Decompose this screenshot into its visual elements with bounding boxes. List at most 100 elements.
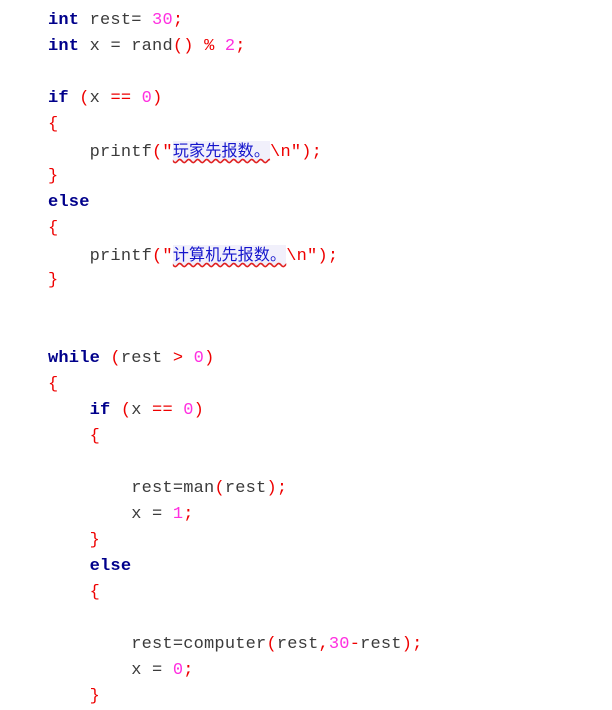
code-token-ident: x	[131, 661, 142, 680]
code-token-cjk: 玩家先报数。	[172, 141, 271, 161]
code-token-punct: (	[110, 349, 121, 368]
code-token-punct: >	[172, 349, 184, 368]
code-line: int rest= 30;	[48, 8, 612, 34]
code-line: else	[48, 190, 612, 216]
code-line: if (x == 0)	[48, 398, 612, 424]
code-token-ident: rest=computer	[131, 635, 267, 654]
code-token-number: 0	[183, 401, 194, 420]
code-token-ident: x	[131, 401, 142, 420]
code-token-punct: ;	[183, 661, 194, 680]
code-token-keyword: if	[89, 401, 111, 420]
code-token-punct: ()	[172, 37, 194, 56]
code-token-esc: \n")	[270, 143, 312, 162]
code-line: printf("计算机先报数。\n");	[48, 242, 612, 268]
code-token-punct: );	[401, 635, 423, 654]
code-token-ident: rand	[131, 37, 173, 56]
code-token-ident: =	[152, 505, 163, 524]
code-line: rest=man(rest);	[48, 476, 612, 502]
code-token-punct: ==	[152, 401, 173, 420]
code-token-punct: }	[89, 687, 101, 706]
code-token-ident: rest	[360, 635, 402, 654]
code-token-punct: (	[214, 479, 225, 498]
code-token-ident: rest=man	[131, 479, 215, 498]
code-token-punct: ;	[183, 505, 194, 524]
code-line: else	[48, 554, 612, 580]
code-line: printf("玩家先报数。\n");	[48, 138, 612, 164]
code-token-punct: %	[204, 37, 215, 56]
code-body[interactable]: int rest= 30; int x = rand() % 2; if (x =…	[0, 0, 612, 710]
code-token-ident: x	[89, 37, 101, 56]
code-token-ident: x	[131, 505, 142, 524]
code-listing[interactable]: int rest= 30; int x = rand() % 2; if (x =…	[0, 0, 612, 706]
code-token-punct: (	[79, 89, 90, 108]
code-token-punct: {	[48, 219, 59, 238]
code-token-number: 2	[224, 37, 236, 56]
code-token-punct: ("	[152, 247, 173, 266]
code-token-ident: rest=	[89, 11, 142, 30]
code-token-ident: =	[152, 661, 163, 680]
code-token-punct: (	[120, 401, 132, 420]
code-token-punct: );	[266, 479, 288, 498]
code-line: {	[48, 216, 612, 242]
code-line: {	[48, 424, 612, 450]
code-token-punct: {	[48, 115, 59, 134]
code-token-punct: ("	[152, 143, 173, 162]
code-token-punct: {	[89, 427, 101, 446]
code-token-punct: ;	[172, 11, 184, 30]
code-token-number: 30	[328, 635, 350, 654]
code-token-punct: -	[349, 635, 361, 654]
code-token-ident: x	[89, 89, 101, 108]
code-token-punct: {	[48, 375, 59, 394]
code-token-punct: ;	[235, 37, 246, 56]
code-token-punct: )	[152, 89, 163, 108]
code-line: }	[48, 684, 612, 710]
code-token-ident: rest	[224, 479, 267, 498]
code-line: x = 1;	[48, 502, 612, 528]
code-token-ident: printf	[89, 247, 153, 266]
code-token-number: 0	[172, 661, 184, 680]
code-line: }	[48, 528, 612, 554]
code-line: if (x == 0)	[48, 86, 612, 112]
code-token-punct: ==	[110, 89, 132, 108]
code-token-punct: )	[193, 401, 205, 420]
code-token-ident: =	[110, 37, 121, 56]
code-token-cjk: 计算机先报数。	[172, 245, 287, 265]
code-token-punct: )	[204, 349, 215, 368]
code-line: x = 0;	[48, 658, 612, 684]
code-token-punct: (	[266, 635, 277, 654]
code-token-keyword: int	[48, 11, 80, 30]
code-token-punct: ;	[311, 143, 323, 162]
code-line: {	[48, 580, 612, 606]
code-token-number: 0	[193, 349, 205, 368]
